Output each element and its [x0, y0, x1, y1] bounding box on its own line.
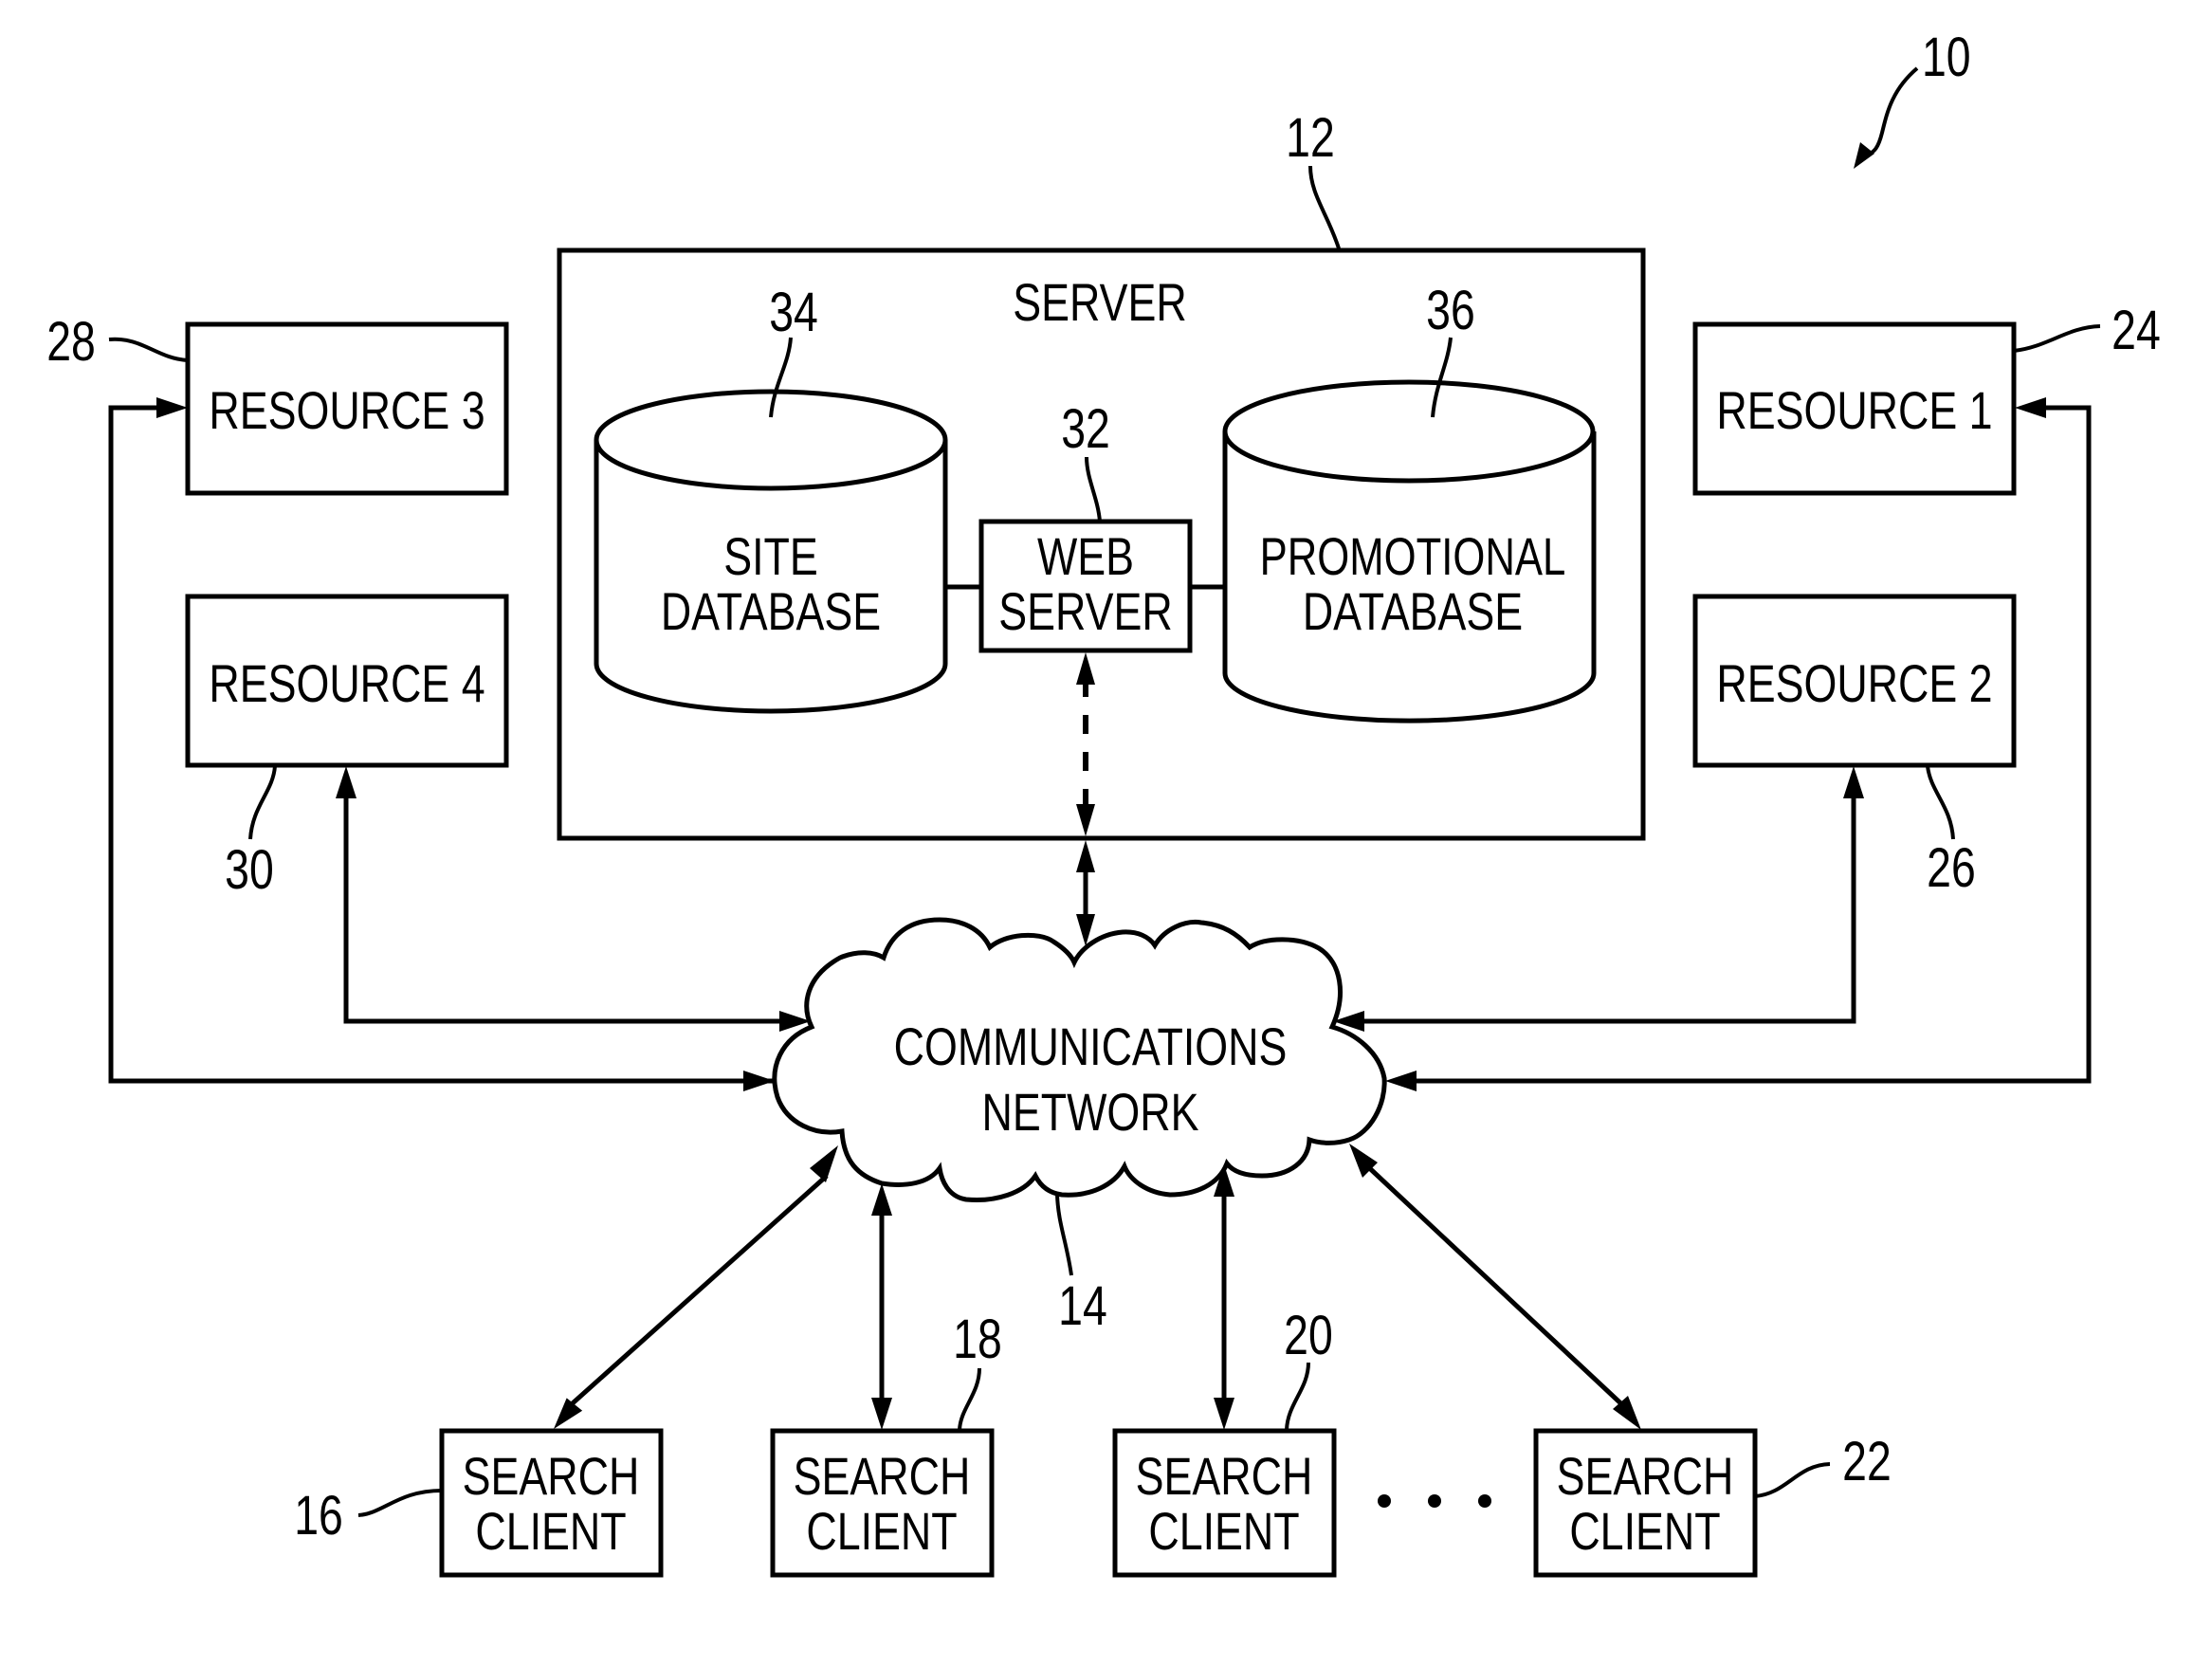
search-client-2-label-line1: SEARCH	[794, 1446, 971, 1506]
system-diagram: 10 SERVER 12 SITE DATABASE 34 WEB SERVER…	[46, 27, 2161, 1578]
arrowhead	[810, 1145, 838, 1182]
site-database-label-line2: DATABASE	[661, 581, 881, 641]
search-client-3-label-line1: SEARCH	[1136, 1446, 1313, 1506]
arrowhead	[554, 1398, 583, 1429]
search-client-1-label-line2: CLIENT	[475, 1501, 626, 1561]
arrowhead	[156, 397, 188, 418]
resource-4-ref-leader	[248, 765, 277, 840]
figure-ref-10: 10	[1854, 27, 1971, 169]
resource-2-ref: 26	[1927, 837, 1976, 899]
ellipsis	[1378, 1494, 1491, 1508]
arrowhead	[336, 766, 356, 798]
web-server-label-line1: WEB	[1037, 526, 1134, 586]
resource-1-ref-leader	[2013, 324, 2101, 353]
communications-network[interactable]: COMMUNICATIONS NETWORK 14	[772, 917, 1387, 1337]
resource-1-label: RESOURCE 1	[1716, 380, 1992, 440]
arrowhead	[1843, 766, 1864, 798]
client-3-link	[1214, 1164, 1234, 1430]
search-client-4[interactable]: SEARCH CLIENT 22	[1533, 1428, 1892, 1578]
network-label-line1: COMMUNICATIONS	[894, 1016, 1288, 1076]
search-client-1-ref: 16	[294, 1485, 343, 1547]
resource-2-ref-leader	[1926, 765, 1955, 840]
search-client-4-label-line2: CLIENT	[1569, 1501, 1720, 1561]
search-client-2[interactable]: SEARCH CLIENT 18	[770, 1309, 1002, 1578]
web-server-label-line2: SERVER	[998, 581, 1172, 641]
network-ref: 14	[1058, 1275, 1107, 1337]
search-client-1-ref-leader	[357, 1489, 443, 1517]
search-client-4-label-line1: SEARCH	[1557, 1446, 1734, 1506]
ellipsis-dot	[1378, 1494, 1391, 1508]
search-client-1-label-line1: SEARCH	[463, 1446, 640, 1506]
server-network-link	[1076, 840, 1095, 946]
resource-4-label: RESOURCE 4	[209, 653, 484, 713]
server-label: SERVER	[1013, 272, 1186, 332]
arrowhead-up	[1076, 840, 1095, 872]
search-client-3-ref-leader	[1285, 1362, 1310, 1431]
resource-2-label: RESOURCE 2	[1716, 653, 1992, 713]
promotional-database-ref: 36	[1426, 280, 1475, 341]
search-client-4-ref-leader	[1754, 1462, 1831, 1498]
resource-3-label: RESOURCE 3	[209, 380, 484, 440]
arrowhead	[2015, 397, 2046, 418]
search-client-2-label-line2: CLIENT	[806, 1501, 957, 1561]
server-ref: 12	[1286, 107, 1335, 169]
resource-3-ref: 28	[46, 311, 96, 373]
search-client-3-ref: 20	[1284, 1305, 1333, 1366]
figure-ref-label: 10	[1922, 27, 1971, 88]
web-server-ref: 32	[1061, 398, 1110, 460]
search-client-1[interactable]: SEARCH CLIENT 16	[294, 1428, 664, 1578]
site-database-ref: 34	[769, 282, 818, 343]
resource-3[interactable]: RESOURCE 3 28	[46, 311, 509, 496]
search-client-3-label-line2: CLIENT	[1148, 1501, 1299, 1561]
promotional-database-top	[1222, 379, 1596, 484]
arrowhead	[1385, 1071, 1417, 1091]
client-4-link	[1349, 1144, 1641, 1430]
arrowhead	[871, 1398, 892, 1430]
resource-1-ref: 24	[2111, 300, 2161, 361]
arrowhead	[871, 1183, 892, 1216]
site-database-label-line1: SITE	[723, 526, 818, 586]
ellipsis-dot	[1428, 1494, 1441, 1508]
client-1-link	[554, 1145, 838, 1429]
network-label-line2: NETWORK	[982, 1082, 1199, 1142]
figure-ref-leader	[1864, 66, 1919, 158]
promotional-database-label-line1: PROMOTIONAL	[1260, 527, 1566, 586]
resource-4-ref: 30	[225, 839, 274, 901]
network-ref-leader	[1055, 1194, 1073, 1276]
resource-3-ref-leader	[108, 337, 189, 362]
search-client-2-ref-leader	[958, 1367, 981, 1431]
ellipsis-dot	[1478, 1494, 1491, 1508]
server-ref-leader	[1308, 165, 1341, 249]
arrowhead	[1214, 1398, 1234, 1430]
client-4-line	[1361, 1160, 1631, 1413]
search-client-4-ref: 22	[1842, 1431, 1892, 1492]
promotional-database-label-line2: DATABASE	[1303, 581, 1523, 641]
client-2-link	[871, 1183, 892, 1430]
figure-ref-arrowhead	[1854, 142, 1874, 169]
search-client-2-ref: 18	[953, 1309, 1002, 1370]
client-1-line	[563, 1174, 829, 1412]
arrowhead	[743, 1071, 775, 1091]
